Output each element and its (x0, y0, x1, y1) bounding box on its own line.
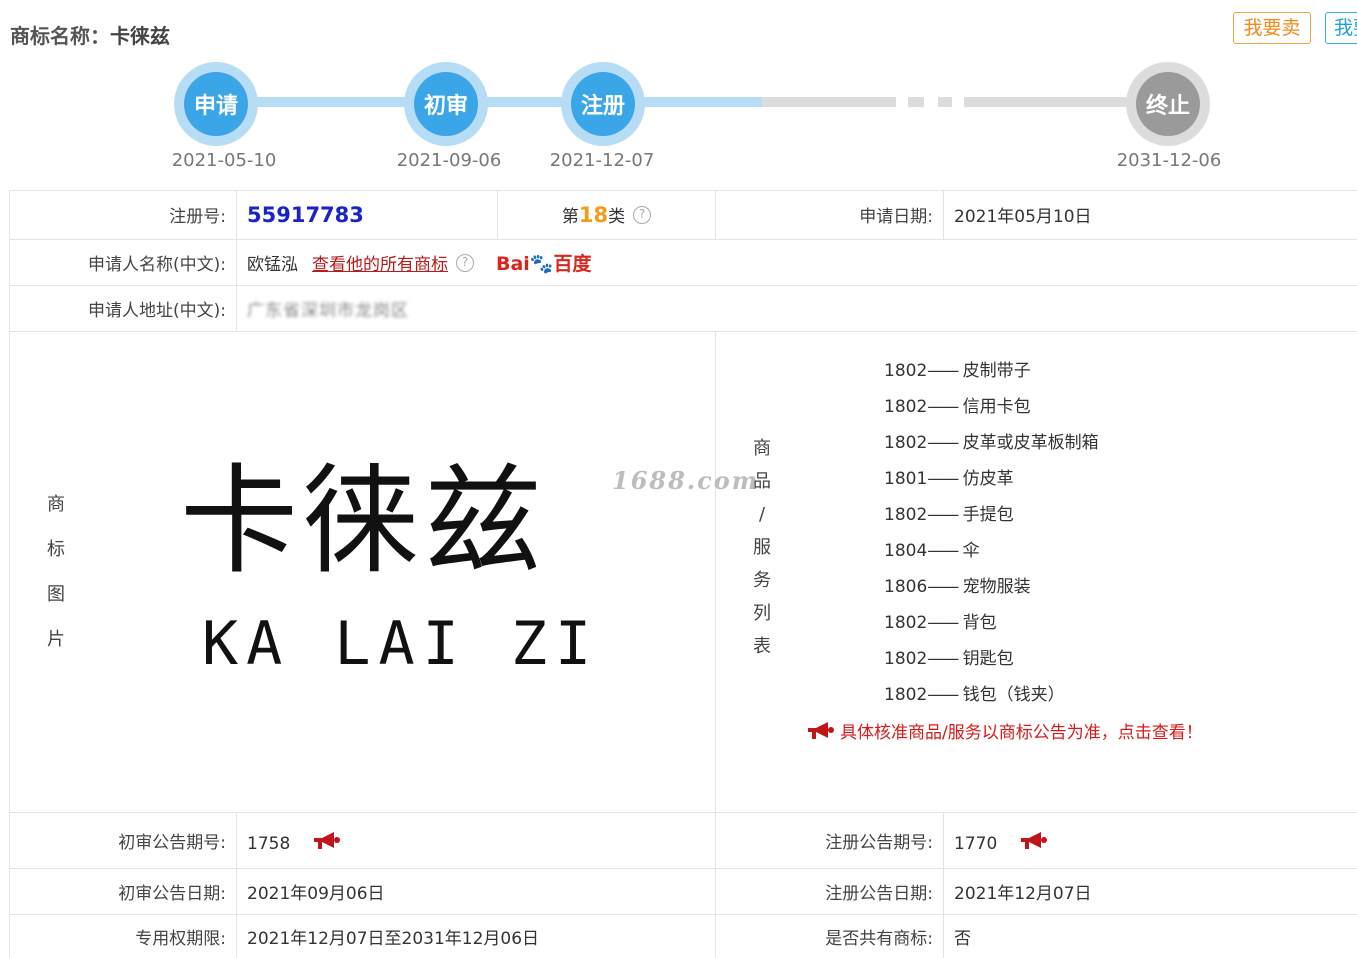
trademark-image-cn: 卡徕兹 (180, 452, 547, 590)
timeline-node-register: 注册 (561, 62, 645, 146)
exclusive-period: 2021年12月07日至2031年12月06日 (237, 915, 716, 958)
goods-section-label: 商 品 / 服 务 列 表 (753, 438, 771, 657)
megaphone-icon[interactable] (312, 831, 342, 851)
applicant-cell: 欧锰泓 查看他的所有商标 ? Bai🐾百度 (237, 240, 1357, 286)
list-item: 1802—— 皮革或皮革板制箱 (884, 433, 1099, 453)
reg-pub-no: 1770 (954, 833, 998, 854)
list-item: 1802—— 背包 (884, 613, 997, 633)
baidu-paw-icon: 🐾 (529, 253, 554, 275)
applicant-label: 申请人名称(中文): (9, 240, 237, 286)
help-icon[interactable]: ? (456, 253, 474, 272)
prelim-date: 2021年09月06日 (237, 869, 716, 915)
class-number: 18 (578, 202, 609, 227)
timeline-date: 2021-12-07 (549, 150, 655, 171)
list-item: 1806—— 宠物服装 (884, 577, 1031, 597)
megaphone-icon (806, 721, 836, 741)
timeline-segment (640, 97, 762, 107)
sell-button[interactable]: 我要卖 (1233, 12, 1311, 44)
exclusive-period-label: 专用权期限: (9, 915, 237, 958)
timeline-segment (485, 97, 565, 107)
list-item: 1804—— 伞 (884, 541, 980, 561)
timeline-node-terminate: 终止 (1126, 62, 1210, 146)
baidu-search-link[interactable]: Bai🐾百度 (496, 249, 592, 276)
megaphone-icon[interactable] (1019, 831, 1049, 851)
timeline-date: 2021-09-06 (396, 150, 502, 171)
reg-pub-date: 2021年12月07日 (944, 869, 1357, 915)
list-item: 1802—— 手提包 (884, 505, 1014, 525)
timeline-segment (762, 97, 896, 107)
list-item: 1802—— 皮制带子 (884, 361, 1031, 381)
shared-value: 否 (954, 929, 971, 949)
timeline-date: 2021-05-10 (171, 150, 277, 171)
image-section-label: 商 标 图 片 (47, 494, 65, 650)
trademark-name: 卡徕兹 (110, 24, 170, 48)
timeline-segment (908, 97, 924, 107)
list-item: 1802—— 信用卡包 (884, 397, 1031, 417)
shared-label: 是否共有商标: (716, 915, 944, 958)
view-all-trademarks-link[interactable]: 查看他的所有商标 (312, 250, 448, 275)
address-cell: 广东省深圳市龙岗区 (237, 286, 1357, 332)
prelim-no-label: 初审公告期号: (9, 813, 237, 869)
timeline-segment (938, 97, 952, 107)
prelim-no: 1758 (247, 833, 291, 854)
timeline-date: 2031-12-06 (1116, 150, 1222, 171)
buy-button[interactable]: 我要买 (1325, 12, 1357, 44)
address-value: 广东省深圳市龙岗区 (247, 301, 409, 321)
reg-no[interactable]: 55917783 (247, 203, 364, 227)
reg-pub-date-label: 注册公告日期: (716, 869, 944, 915)
reg-pub-no-label: 注册公告期号: (716, 813, 944, 869)
reg-no-cell: 55917783 (237, 190, 498, 240)
timeline-segment (255, 97, 415, 107)
class-cell: 第 18 类 ? (498, 190, 716, 240)
apply-date: 2021年05月10日 (944, 190, 1357, 240)
prelim-date-label: 初审公告日期: (9, 869, 237, 915)
list-item: 1802—— 钱包（钱夹） (884, 685, 1065, 705)
list-item: 1802—— 钥匙包 (884, 649, 1014, 669)
trademark-image-en: KA LAI ZI (202, 609, 600, 679)
reg-no-label: 注册号: (9, 190, 237, 240)
timeline-segment (964, 97, 1136, 107)
apply-date-label: 申请日期: (716, 190, 944, 240)
list-item: 1801—— 仿皮革 (884, 469, 1014, 489)
watermark: 1688.com (612, 466, 760, 495)
page-title: 商标名称：卡徕兹 (10, 20, 170, 49)
prelim-no-cell: 1758 (237, 813, 716, 869)
help-icon[interactable]: ? (633, 205, 652, 224)
timeline-node-prelim: 初审 (404, 62, 488, 146)
title-label: 商标名称： (10, 24, 110, 48)
reg-pub-no-cell: 1770 (944, 813, 1357, 869)
announcement-notice-link[interactable]: 具体核准商品/服务以商标公告为准，点击查看！ (806, 718, 1203, 743)
timeline-node-apply: 申请 (174, 62, 258, 146)
address-label: 申请人地址(中文): (9, 286, 237, 332)
applicant-name: 欧锰泓 (247, 255, 298, 275)
